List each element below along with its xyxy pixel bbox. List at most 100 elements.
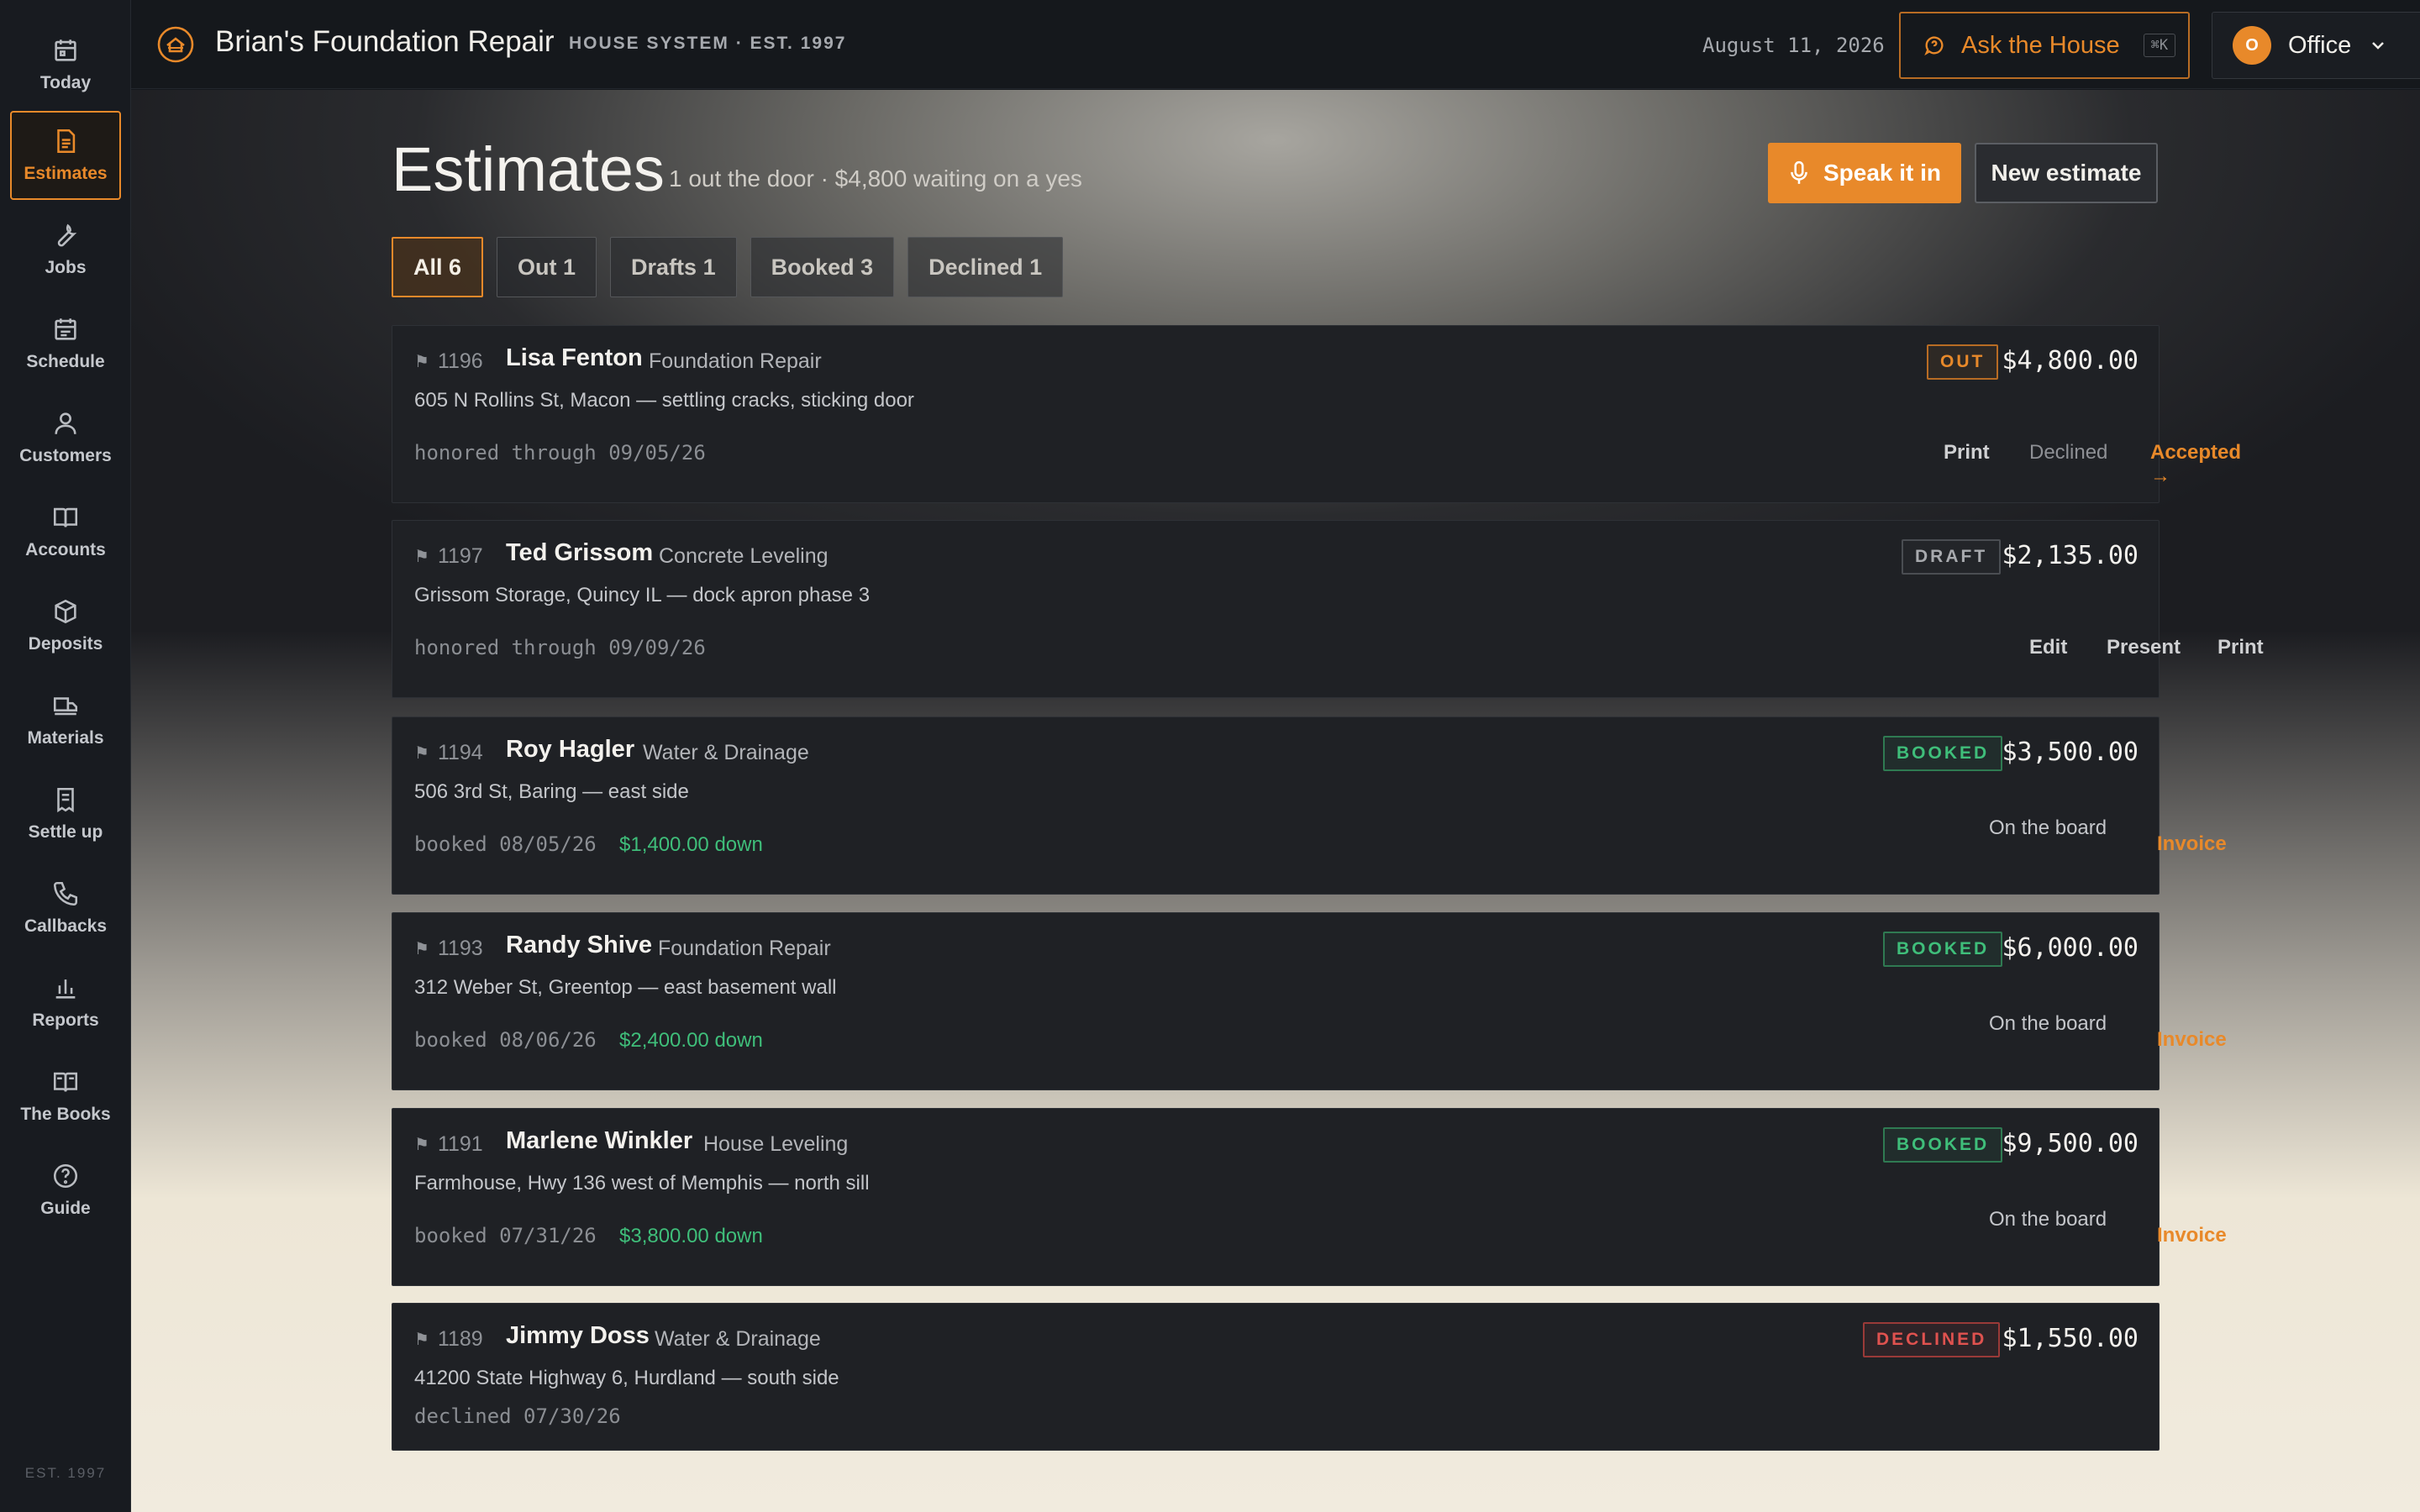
book-icon: [53, 1072, 78, 1092]
deposit-amount: $2,400.00 down: [619, 1029, 763, 1052]
brand-subtitle: HOUSE SYSTEM · EST. 1997: [569, 34, 847, 53]
chevron-down-icon: [2372, 42, 2385, 50]
flag-icon: ⚑: [414, 744, 429, 763]
print-button[interactable]: Print: [1944, 441, 1990, 465]
customer-name[interactable]: Roy Hagler: [506, 736, 634, 764]
invoice-button[interactable]: Invoice: [2157, 832, 2227, 856]
sidebar-item-label: Estimates: [24, 164, 108, 183]
estimate-card[interactable]: ⚑ 1194 Roy Hagler Water & Drainage 506 3r…: [392, 717, 2227, 895]
tab-drafts[interactable]: Drafts 1: [610, 237, 737, 297]
phone-icon: [53, 881, 78, 906]
sidebar-footer: EST. 1997: [24, 1465, 107, 1481]
truck-icon: [53, 697, 78, 716]
estimate-number: 1196: [437, 349, 483, 373]
account-menu-button[interactable]: O Office: [2212, 12, 2420, 79]
status-badge: BOOKED: [1883, 932, 2003, 967]
sidebar-item-guide[interactable]: Guide: [10, 1146, 121, 1235]
sidebar-item-estimates[interactable]: Estimates: [10, 111, 121, 200]
customer-name[interactable]: Marlene Winkler: [506, 1127, 692, 1155]
sidebar-item-callbacks[interactable]: Callbacks: [10, 864, 121, 953]
deposit-amount: $3,800.00 down: [619, 1225, 763, 1247]
estimate-card[interactable]: ⚑ 1196 Lisa Fenton Foundation Repair 605 …: [392, 325, 2241, 503]
estimate-meta: booked 08/06/26: [414, 1028, 597, 1052]
customer-name[interactable]: Ted Grissom: [506, 539, 653, 567]
page-title: Estimates: [392, 134, 665, 204]
invoice-button[interactable]: Invoice: [2157, 1028, 2227, 1052]
estimate-card[interactable]: ⚑ 1197 Ted Grissom Concrete Leveling Gris…: [392, 520, 2264, 698]
main-content: Estimates 1 out the door · $4,800 waitin…: [131, 90, 2420, 1512]
speak-it-in-button[interactable]: Speak it in: [1768, 143, 1961, 203]
box-icon: [55, 599, 76, 624]
estimate-card[interactable]: ⚑ 1191 Marlene Winkler House Leveling Far…: [392, 1108, 2227, 1286]
brand-name: Brian's Foundation Repair: [215, 25, 555, 58]
page-subtitle: 1 out the door · $4,800 waiting on a yes: [669, 165, 1082, 192]
status-badge: OUT: [1927, 344, 1999, 380]
bar-chart-icon: [55, 979, 76, 999]
estimate-meta: honored through 09/05/26: [414, 441, 706, 465]
document-icon: [57, 129, 76, 154]
on-the-board-status: On the board: [1989, 1208, 2107, 1231]
customer-name[interactable]: Randy Shive: [506, 932, 652, 959]
job-address: 506 3rd St, Baring — east side: [414, 780, 689, 803]
job-address: Grissom Storage, Quincy IL — dock apron …: [414, 584, 871, 606]
on-the-board-status: On the board: [1989, 1012, 2107, 1035]
present-button[interactable]: Present: [2107, 636, 2181, 659]
status-badge: DECLINED: [1863, 1322, 2001, 1357]
sidebar-item-schedule[interactable]: Schedule: [10, 299, 121, 388]
tab-declined[interactable]: Declined 1: [908, 237, 1064, 297]
flag-icon: ⚑: [414, 1331, 429, 1349]
deposit-amount: $1,400.00 down: [619, 833, 763, 856]
estimate-amount: $4,800.00: [2002, 346, 2139, 375]
estimate-number: 1194: [437, 741, 483, 764]
estimate-number: 1189: [437, 1327, 483, 1351]
account-label: Office: [2288, 31, 2352, 59]
sidebar-item-the-books[interactable]: The Books: [10, 1052, 121, 1141]
calendar-icon: [55, 39, 76, 61]
print-button[interactable]: Print: [2217, 636, 2264, 659]
sidebar-item-accounts[interactable]: Accounts: [10, 487, 121, 576]
tab-out[interactable]: Out 1: [497, 237, 597, 297]
estimate-meta: honored through 09/09/26: [414, 636, 706, 659]
job-type: Water & Drainage: [643, 741, 809, 764]
ask-the-house-label: Ask the House: [1961, 31, 2120, 59]
estimate-card[interactable]: ⚑ 1189 Jimmy Doss Water & Drainage 41200 …: [392, 1303, 2160, 1451]
customer-name[interactable]: Lisa Fenton: [506, 344, 643, 372]
estimate-amount: $1,550.00: [2002, 1324, 2139, 1353]
sidebar-item-today[interactable]: Today: [10, 20, 121, 109]
filter-tabs: All 6 Out 1 Drafts 1 Booked 3 Declined 1: [392, 237, 1064, 297]
mark-declined-button[interactable]: Declined: [2029, 441, 2107, 465]
job-type: Foundation Repair: [658, 937, 831, 960]
estimate-amount: $2,135.00: [2002, 541, 2139, 570]
status-badge: BOOKED: [1883, 1127, 2003, 1163]
sidebar-item-label: Guide: [40, 1199, 91, 1218]
job-address: 605 N Rollins St, Macon — settling crack…: [414, 389, 914, 412]
new-estimate-button[interactable]: New estimate: [1975, 143, 2158, 203]
chat-question-icon: [1924, 36, 1944, 56]
sidebar-item-label: Callbacks: [24, 916, 108, 936]
mark-accepted-button[interactable]: Accepted →: [2150, 441, 2241, 488]
ask-the-house-button[interactable]: Ask the House ⌘K: [1899, 12, 2190, 79]
flag-icon: ⚑: [414, 353, 429, 371]
edit-button[interactable]: Edit: [2029, 636, 2067, 659]
sidebar-item-label: The Books: [20, 1105, 111, 1124]
tab-booked[interactable]: Booked 3: [750, 237, 895, 297]
sidebar-item-deposits[interactable]: Deposits: [10, 581, 121, 670]
sidebar-item-label: Customers: [19, 446, 112, 465]
estimate-number: 1197: [437, 544, 483, 568]
estimate-meta: declined 07/30/26: [414, 1404, 621, 1428]
sidebar-item-reports[interactable]: Reports: [10, 958, 121, 1047]
customer-name[interactable]: Jimmy Doss: [506, 1322, 650, 1350]
sidebar-item-jobs[interactable]: Jobs: [10, 205, 121, 294]
estimate-card[interactable]: ⚑ 1193 Randy Shive Foundation Repair 312 …: [392, 912, 2227, 1090]
sidebar-item-customers[interactable]: Customers: [10, 393, 121, 482]
sidebar-item-settle-up[interactable]: Settle up: [10, 769, 121, 858]
invoice-button[interactable]: Invoice: [2157, 1224, 2227, 1247]
help-circle-icon: [53, 1163, 78, 1189]
calendar-grid-icon: [55, 318, 76, 340]
job-type: House Leveling: [703, 1132, 849, 1156]
tab-all[interactable]: All 6: [392, 237, 484, 297]
house-logo-icon[interactable]: [156, 25, 195, 64]
sidebar-item-materials[interactable]: Materials: [10, 675, 121, 764]
job-address: Farmhouse, Hwy 136 west of Memphis — nor…: [414, 1172, 870, 1194]
avatar: O: [2233, 26, 2271, 65]
